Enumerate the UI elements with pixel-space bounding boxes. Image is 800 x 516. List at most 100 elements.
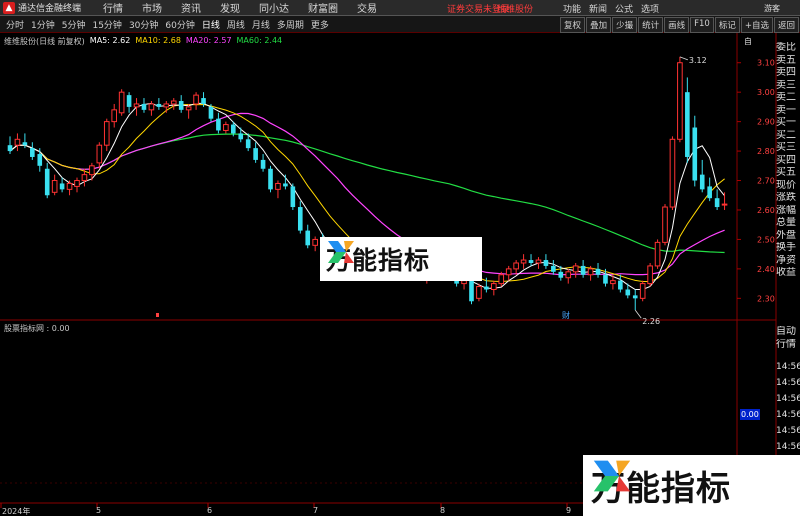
- candle-body: [491, 283, 497, 290]
- watermark-logo-icon: [593, 460, 631, 492]
- candle-body: [66, 182, 73, 190]
- candle-body: [14, 138, 21, 146]
- y-tick-label: 2.40: [757, 265, 775, 274]
- quote-panel: 委比 卖五 卖四 卖三 卖二 卖一 买一 买二 买三 买四 买五 现价 涨跌 涨幅 总量 外盘 换手 净资 收益: [776, 42, 800, 280]
- quote-row-label: 卖二: [776, 92, 796, 103]
- quote-row-label: 卖五: [776, 54, 796, 66]
- candle-body: [685, 92, 690, 157]
- candle-body: [669, 138, 676, 208]
- y-tick-label: 3.10: [757, 59, 775, 68]
- candle-body: [208, 106, 214, 119]
- high-marker-line: [679, 56, 689, 61]
- quote-row-label: 总量: [776, 217, 796, 228]
- candle-body: [587, 268, 594, 276]
- candle-body: [535, 259, 542, 264]
- candle-body: [81, 174, 88, 182]
- candle-body: [625, 289, 631, 296]
- y-tick-label: 2.50: [757, 235, 775, 244]
- candle-body: [163, 103, 170, 108]
- high-marker-label: 3.12: [689, 56, 707, 65]
- date-label: 5: [96, 506, 102, 515]
- quote-row-label: 涨幅: [776, 204, 796, 216]
- candle-body: [201, 98, 206, 104]
- candle-body: [37, 154, 43, 166]
- candle-body: [580, 265, 586, 275]
- quote-row-label: 卖四: [776, 67, 796, 78]
- candle-body: [245, 139, 251, 149]
- ma10-label: MA10: 2.68: [135, 36, 181, 45]
- trade-time: 14:56: [776, 442, 800, 452]
- quote-row-label: 现价: [776, 179, 796, 191]
- candle-body: [603, 274, 608, 284]
- candle-body: [476, 286, 482, 299]
- candle-body: [513, 262, 519, 270]
- candle-body: [654, 241, 661, 267]
- candle-body: [305, 230, 311, 246]
- candle-body: [170, 100, 177, 105]
- candle-body: [111, 109, 118, 123]
- candle-body: [275, 182, 281, 190]
- candle-body: [632, 295, 638, 299]
- candle-body: [558, 271, 564, 278]
- indicator-value-box: 0.00: [740, 409, 760, 420]
- indicator-legend: 股票指标网 : 0.00: [4, 324, 70, 333]
- candle-body: [89, 165, 95, 176]
- candle-body: [543, 260, 549, 266]
- candle-body: [126, 95, 132, 107]
- candle-body: [216, 118, 221, 131]
- date-label: 9: [566, 506, 572, 515]
- candle-body: [312, 238, 318, 246]
- quote-row-label: 卖一: [776, 104, 796, 116]
- candle-body: [96, 144, 103, 164]
- watermark-center: 万能指标: [320, 237, 482, 281]
- chart-legend: 维维股份(日线 前复权) MA5: 2.62 MA10: 2.68 MA20: …: [4, 36, 287, 47]
- date-label: 8: [440, 506, 446, 515]
- candle-body: [51, 180, 58, 193]
- candle-body: [677, 62, 683, 140]
- ma60-label: MA60: 2.44: [236, 36, 283, 45]
- candle-body: [30, 148, 35, 157]
- trade-time: 14:56: [776, 362, 800, 372]
- quote-row-label: 外盘: [776, 229, 796, 241]
- candle-body: [662, 206, 668, 243]
- low-marker-label: 2.26: [642, 317, 660, 326]
- auto-label[interactable]: 自动: [776, 326, 800, 339]
- candle-body: [268, 168, 273, 190]
- candle-body: [610, 280, 616, 285]
- trade-time: 14:56: [776, 378, 800, 388]
- event-marker: [156, 313, 159, 317]
- candle-body: [230, 124, 236, 134]
- candle-body: [565, 271, 572, 279]
- candle-body: [290, 186, 296, 208]
- trade-time: 14:56: [776, 410, 800, 420]
- candle-body: [484, 286, 489, 290]
- candle-body: [469, 280, 474, 302]
- candle-body: [528, 260, 534, 263]
- candle-body: [505, 268, 512, 276]
- candle-body: [59, 183, 65, 190]
- y-tick-label: 2.30: [757, 294, 775, 303]
- quote-row-label: 净资: [776, 254, 796, 266]
- ma60-line: [9, 133, 725, 254]
- date-label: 2024年: [2, 507, 31, 516]
- candle-body: [185, 106, 192, 111]
- quote-panel-section: 自动 行情: [776, 326, 800, 351]
- date-label: 6: [207, 506, 213, 515]
- quote-row-label: 委比: [776, 42, 796, 53]
- y-tick-label: 2.90: [757, 118, 775, 127]
- candle-body: [520, 259, 527, 264]
- y-tick-label: 2.60: [757, 206, 775, 215]
- low-marker-line: [634, 309, 642, 319]
- y-tick-label: 2.70: [757, 177, 775, 186]
- quote-label[interactable]: 行情: [776, 339, 800, 352]
- candle-body: [141, 103, 147, 110]
- trade-time: 14:56: [776, 426, 800, 436]
- quote-row-label: 换手: [776, 242, 796, 253]
- candle-body: [498, 274, 505, 285]
- candle-body: [647, 265, 653, 285]
- finance-marker: 财: [562, 310, 570, 320]
- date-label: 7: [313, 506, 319, 515]
- quote-row-label: 买四: [776, 154, 796, 166]
- y-tick-label: 3.00: [757, 88, 775, 97]
- quote-row-label: 买二: [776, 129, 796, 141]
